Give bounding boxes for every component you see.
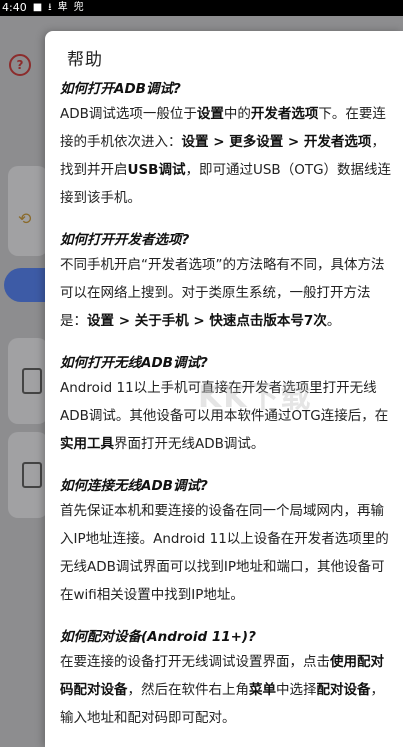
answer-emphasis: 设置 > 关于手机 > 快速点击版本号7次 xyxy=(87,313,327,329)
answer-text: 中选择 xyxy=(276,682,317,698)
device-card[interactable] xyxy=(8,432,48,518)
dialog-title: 帮助 xyxy=(67,50,103,70)
status-bar: 4:40 ■ ⭳ 卑 兜 xyxy=(0,0,403,16)
notification-icon: ■ xyxy=(32,2,43,13)
answer-emphasis: USB调试 xyxy=(127,162,186,178)
answer-text: 首先保证本机和要连接的设备在同一个局域网内，再输入IP地址连接。Android … xyxy=(60,503,389,603)
answer-emphasis: 实用工具 xyxy=(60,436,114,452)
answer-text: 中的 xyxy=(223,106,251,122)
history-icon: ⟲ xyxy=(18,209,32,228)
tablet-icon xyxy=(22,462,42,488)
answer-text: 。 xyxy=(326,313,341,329)
answer-text: ，然后在软件右上角 xyxy=(127,682,250,698)
help-question: 如何连接无线ADB调试? xyxy=(60,478,208,494)
answer-text: 在要连接的设备打开无线调试设置界面，点击 xyxy=(60,654,330,670)
help-section: 如何打开开发者选项? 不同手机开启“开发者选项”的方法略有不同，具体方法可以在网络… xyxy=(60,229,395,335)
answer-emphasis: 设置 xyxy=(196,106,224,122)
help-question: 如何配对设备(Android 11+)? xyxy=(60,629,256,645)
app-notification-icon: 卑 xyxy=(57,2,68,13)
device-icon xyxy=(22,368,42,394)
app-notification-icon-2: 兜 xyxy=(73,2,84,13)
watermark: KK下载 xyxy=(198,380,313,415)
help-question: 如何打开无线ADB调试? xyxy=(60,355,208,371)
help-section: 如何连接无线ADB调试? 首先保证本机和要连接的设备在同一个局域网内，再输入IP地… xyxy=(60,475,395,609)
help-section: 如何打开ADB调试? ADB调试选项一般位于设置中的开发者选项下。在要连接的手机依… xyxy=(60,78,395,212)
help-icon[interactable]: ? xyxy=(9,54,31,76)
help-question: 如何打开ADB调试? xyxy=(60,81,181,97)
device-card[interactable] xyxy=(8,338,48,424)
answer-text: ADB调试选项一般位于 xyxy=(60,106,197,122)
answer-emphasis: 配对设备 xyxy=(316,682,371,698)
help-section: 如何配对设备(Android 11+)? 在要连接的设备打开无线调试设置界面，点击… xyxy=(60,626,395,732)
help-answer: 不同手机开启“开发者选项”的方法略有不同，具体方法可以在网络上搜到。对于类原生系… xyxy=(60,251,395,335)
help-answer: ADB调试选项一般位于设置中的开发者选项下。在要连接的手机依次进入：设置 > 更… xyxy=(60,100,395,212)
help-question: 如何打开开发者选项? xyxy=(60,232,190,248)
status-time: 4:40 xyxy=(2,1,27,14)
answer-emphasis: 菜单 xyxy=(249,682,276,698)
download-icon: ⭳ xyxy=(48,2,52,13)
help-answer: 在要连接的设备打开无线调试设置界面，点击使用配对码配对设备，然后在软件右上角菜单… xyxy=(60,648,395,732)
answer-emphasis: 开发者选项 xyxy=(250,106,319,122)
answer-emphasis: 设置 > 更多设置 > 开发者选项 xyxy=(181,134,372,150)
help-answer: 首先保证本机和要连接的设备在同一个局域网内，再输入IP地址连接。Android … xyxy=(60,497,395,609)
answer-text: 界面打开无线ADB调试。 xyxy=(114,436,265,452)
